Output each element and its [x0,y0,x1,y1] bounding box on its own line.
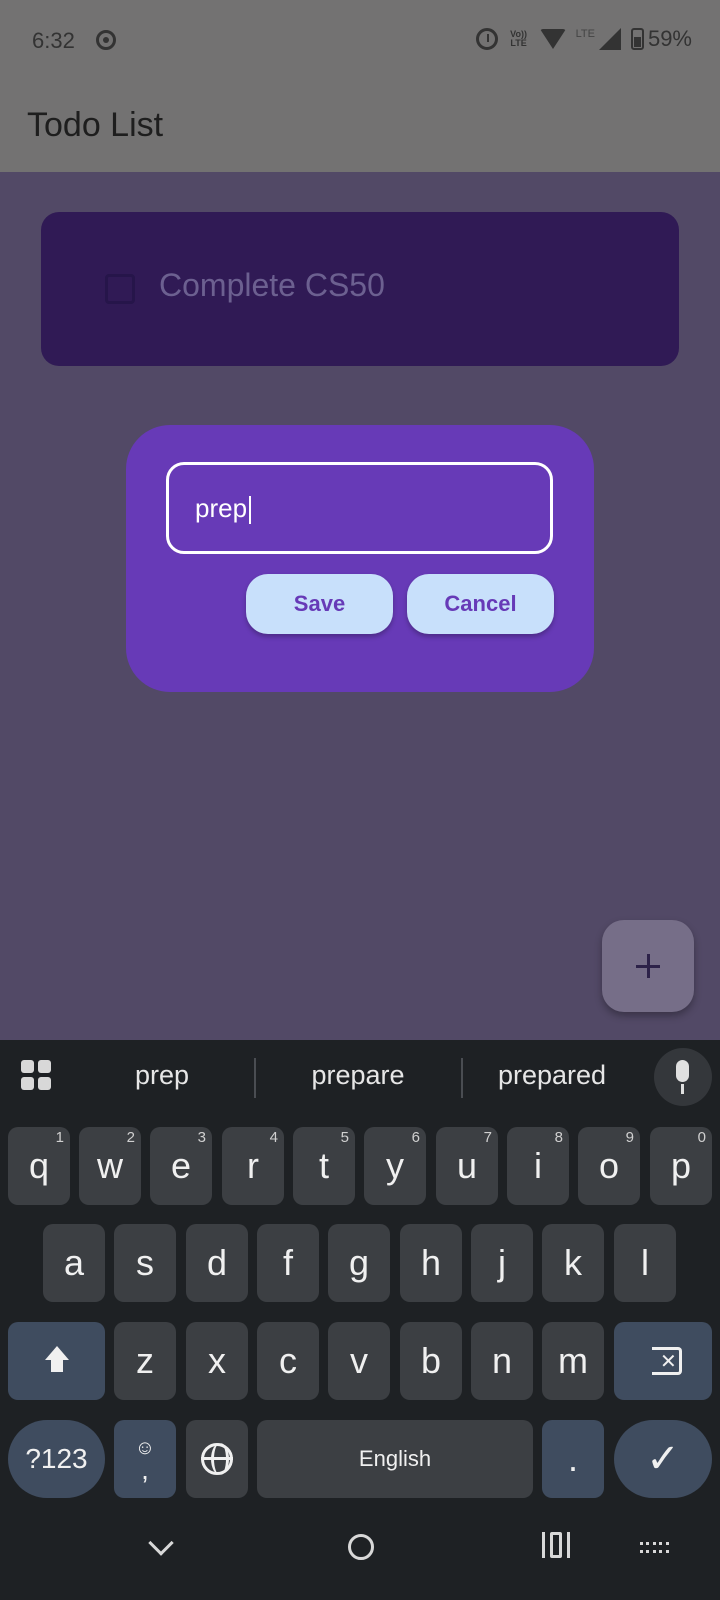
key-t[interactable]: t5 [293,1127,355,1205]
alarm-icon [475,28,498,50]
text-caret [249,496,252,525]
key-x[interactable]: x [186,1322,248,1400]
recents-icon[interactable] [542,1532,570,1560]
key-h[interactable]: h [400,1224,462,1302]
shift-icon [42,1346,72,1376]
space-bar[interactable]: English [257,1420,533,1498]
suggestion-divider [254,1058,256,1098]
key-e[interactable]: e3 [150,1127,212,1205]
battery-icon [630,28,644,50]
key-r[interactable]: r4 [222,1127,284,1205]
key-g[interactable]: g [328,1224,390,1302]
key-q[interactable]: q1 [8,1127,70,1205]
key-d[interactable]: d [186,1224,248,1302]
status-bar: 6:32 Vo)) LTE LTE 59% [0,0,720,84]
battery-percent: 59% [647,26,692,51]
key-v[interactable]: v [328,1322,390,1400]
cancel-button[interactable]: Cancel [407,574,554,634]
wifi-icon [539,29,566,49]
backspace-icon [642,1347,684,1375]
emoji-comma-key[interactable]: ☺ , [114,1420,176,1498]
shift-key[interactable] [8,1322,105,1400]
backspace-key[interactable] [614,1322,712,1400]
comma-label: , [141,1454,149,1485]
navigation-bar [0,1510,720,1600]
enter-key[interactable]: ✓ [614,1420,712,1498]
suggestion-bar: prep prepare prepared [0,1040,720,1122]
suggestion-divider [461,1058,463,1098]
key-a[interactable]: a [43,1224,105,1302]
key-k[interactable]: k [542,1224,604,1302]
key-m[interactable]: m [542,1322,604,1400]
key-j[interactable]: j [471,1224,533,1302]
todo-checkbox[interactable] [105,274,135,304]
home-icon[interactable] [348,1534,374,1560]
period-key[interactable]: . [542,1420,604,1498]
network-type-label: LTE [575,28,595,40]
settings-status-icon [96,30,116,50]
todo-label: Complete CS50 [159,267,385,303]
suggestion-2[interactable]: prepare [282,1060,434,1091]
hide-keyboard-icon[interactable] [148,1530,174,1556]
todo-input-value: prep [195,493,248,523]
keyboard-apps-icon[interactable] [21,1060,53,1092]
key-z[interactable]: z [114,1322,176,1400]
key-o[interactable]: o9 [578,1127,640,1205]
key-u[interactable]: u7 [436,1127,498,1205]
suggestion-3[interactable]: prepared [480,1060,624,1091]
key-s[interactable]: s [114,1224,176,1302]
key-l[interactable]: l [614,1224,676,1302]
todo-text-input[interactable]: prep [166,462,553,554]
key-y[interactable]: y6 [364,1127,426,1205]
check-icon: ✓ [646,1436,680,1482]
todo-item[interactable]: Complete CS50 [41,212,679,366]
language-key[interactable] [186,1420,248,1498]
key-f[interactable]: f [257,1224,319,1302]
edit-todo-dialog: prep Save Cancel [126,425,594,692]
page-title: Todo List [27,106,164,144]
save-button[interactable]: Save [246,574,393,634]
status-icons: Vo)) LTE LTE 59% [475,26,692,52]
add-todo-fab[interactable] [602,920,694,1012]
status-time: 6:32 [32,28,75,53]
signal-icon [598,28,621,50]
key-i[interactable]: i8 [507,1127,569,1205]
app-bar: Todo List [0,84,720,172]
key-n[interactable]: n [471,1322,533,1400]
key-b[interactable]: b [400,1322,462,1400]
symbols-key[interactable]: ?123 [8,1420,105,1498]
keyboard-switch-icon[interactable] [640,1542,670,1556]
key-p[interactable]: p0 [650,1127,712,1205]
key-c[interactable]: c [257,1322,319,1400]
volte-icon: Vo)) LTE [510,29,527,48]
microphone-icon[interactable] [654,1048,712,1106]
key-w[interactable]: w2 [79,1127,141,1205]
suggestion-1[interactable]: prep [102,1060,222,1091]
globe-icon [201,1443,233,1475]
